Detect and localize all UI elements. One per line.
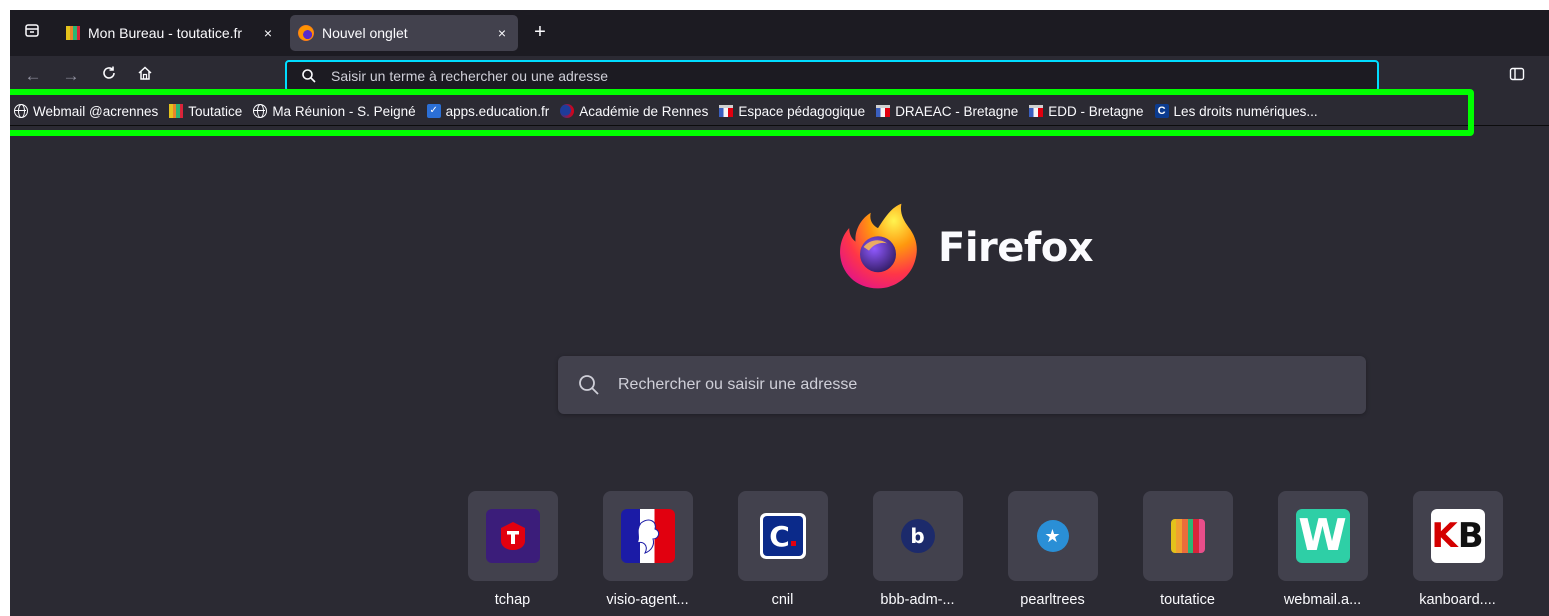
webmail-w-icon: W bbox=[1295, 509, 1350, 563]
site-label: bbb-adm-... bbox=[880, 592, 955, 608]
tab-strip: Mon Bureau - toutatice.fr × Nouvel ongle… bbox=[10, 10, 1549, 56]
top-site-bbb[interactable]: b bbb-adm-... bbox=[850, 491, 985, 608]
bookmarks-toolbar: Webmail @acrennes Toutatice Ma Réunion -… bbox=[10, 89, 1549, 136]
site-label: pearltrees bbox=[1020, 592, 1085, 608]
bookmark-label: apps.education.fr bbox=[445, 103, 550, 119]
bookmark-edd[interactable]: EDD - Bretagne bbox=[1028, 103, 1144, 119]
kanboard-icon: KB bbox=[1430, 509, 1485, 563]
bookmark-draeac[interactable]: DRAEAC - Bretagne bbox=[875, 103, 1018, 119]
site-tile[interactable]: b bbox=[872, 491, 963, 581]
site-label: visio-agent... bbox=[606, 592, 689, 608]
cnil-icon: C bbox=[759, 513, 806, 559]
close-icon[interactable]: × bbox=[494, 25, 510, 41]
toutatice-stripes-icon bbox=[66, 26, 80, 40]
cnil-icon: C bbox=[1154, 103, 1170, 119]
tab-nouvel-onglet[interactable]: Nouvel onglet × bbox=[290, 15, 518, 51]
site-label: kanboard.... bbox=[1419, 592, 1496, 608]
marianne-icon bbox=[1028, 103, 1044, 119]
site-tile[interactable] bbox=[602, 491, 693, 581]
tab-mon-bureau[interactable]: Mon Bureau - toutatice.fr × bbox=[58, 15, 284, 51]
home-button[interactable] bbox=[134, 65, 156, 87]
tchap-icon bbox=[485, 509, 540, 563]
top-site-kanboard[interactable]: KB kanboard.... bbox=[1390, 491, 1525, 608]
site-label: toutatice bbox=[1160, 592, 1215, 608]
site-label: tchap bbox=[494, 592, 531, 608]
site-label: cnil bbox=[771, 592, 794, 608]
top-site-tchap[interactable]: tchap bbox=[445, 491, 580, 608]
globe-icon bbox=[252, 103, 268, 119]
firefox-wordmark: Firefox bbox=[938, 225, 1094, 271]
apps-education-icon: ✓ bbox=[426, 103, 442, 119]
search-icon bbox=[579, 375, 599, 395]
top-site-webmail[interactable]: W webmail.a... bbox=[1255, 491, 1390, 608]
forward-button[interactable]: → bbox=[60, 65, 82, 87]
marianne-icon bbox=[620, 509, 675, 563]
bookmark-ma-reunion[interactable]: Ma Réunion - S. Peigné bbox=[252, 103, 416, 119]
url-input[interactable] bbox=[331, 68, 1377, 84]
firefox-logo-icon bbox=[840, 203, 917, 289]
bbb-icon: b bbox=[900, 519, 935, 553]
site-tile[interactable]: ★ bbox=[1007, 491, 1098, 581]
bookmark-label: Toutatice bbox=[188, 103, 243, 119]
top-sites: tchap visio-agent... C cnil b bbb-adm-..… bbox=[445, 491, 1525, 608]
marianne-icon bbox=[875, 103, 891, 119]
tab-title: Mon Bureau - toutatice.fr bbox=[88, 25, 243, 41]
site-label: webmail.a... bbox=[1283, 592, 1362, 608]
new-tab-page: Firefox tchap visio-agent bbox=[10, 127, 1549, 616]
home-search-box[interactable] bbox=[558, 356, 1366, 414]
site-tile[interactable]: KB bbox=[1412, 491, 1503, 581]
new-tab-button[interactable]: + bbox=[530, 22, 550, 42]
bookmark-label: Ma Réunion - S. Peigné bbox=[272, 103, 416, 119]
marianne-icon bbox=[718, 103, 734, 119]
bookmark-label: Webmail @acrennes bbox=[33, 103, 159, 119]
toutatice-stripes-icon bbox=[1170, 519, 1205, 553]
top-site-toutatice[interactable]: toutatice bbox=[1120, 491, 1255, 608]
search-icon bbox=[302, 69, 316, 83]
toutatice-stripes-icon bbox=[168, 103, 184, 119]
bookmark-label: Académie de Rennes bbox=[579, 103, 709, 119]
reload-button[interactable] bbox=[98, 65, 120, 87]
bookmark-label: Espace pédagogique bbox=[738, 103, 866, 119]
tab-title: Nouvel onglet bbox=[322, 25, 408, 41]
academie-icon bbox=[559, 103, 575, 119]
tab-list-icon[interactable] bbox=[22, 22, 42, 42]
top-site-cnil[interactable]: C cnil bbox=[715, 491, 850, 608]
firefox-icon bbox=[298, 25, 314, 41]
sidebar-icon bbox=[1509, 67, 1525, 81]
bookmark-label: EDD - Bretagne bbox=[1048, 103, 1144, 119]
bookmark-droits-numeriques[interactable]: C Les droits numériques... bbox=[1154, 103, 1318, 119]
site-tile[interactable] bbox=[467, 491, 558, 581]
back-button[interactable]: ← bbox=[22, 65, 44, 87]
globe-icon bbox=[13, 103, 29, 119]
bookmark-label: DRAEAC - Bretagne bbox=[895, 103, 1019, 119]
bookmarks-list: Webmail @acrennes Toutatice Ma Réunion -… bbox=[13, 99, 1328, 123]
top-site-pearltrees[interactable]: ★ pearltrees bbox=[985, 491, 1120, 608]
site-tile[interactable] bbox=[1142, 491, 1233, 581]
bookmark-toutatice[interactable]: Toutatice bbox=[168, 103, 242, 119]
bookmark-webmail[interactable]: Webmail @acrennes bbox=[13, 103, 158, 119]
bookmark-academie-rennes[interactable]: Académie de Rennes bbox=[559, 103, 708, 119]
url-bar[interactable] bbox=[285, 60, 1379, 92]
bookmark-espace-pedagogique[interactable]: Espace pédagogique bbox=[718, 103, 865, 119]
close-icon[interactable]: × bbox=[260, 25, 276, 41]
sidebar-toggle-button[interactable] bbox=[1509, 66, 1527, 84]
home-icon bbox=[138, 66, 152, 80]
site-tile[interactable]: W bbox=[1277, 491, 1368, 581]
bookmark-label: Les droits numériques... bbox=[1173, 103, 1318, 119]
nav-bar: ← → bbox=[10, 56, 1549, 96]
bookmark-apps-education[interactable]: ✓ apps.education.fr bbox=[426, 103, 550, 119]
reload-icon bbox=[103, 66, 115, 79]
pearltrees-icon: ★ bbox=[1036, 520, 1069, 552]
top-site-visio-agent[interactable]: visio-agent... bbox=[580, 491, 715, 608]
site-tile[interactable]: C bbox=[737, 491, 828, 581]
browser-window: Mon Bureau - toutatice.fr × Nouvel ongle… bbox=[10, 10, 1549, 616]
home-search-input[interactable] bbox=[618, 376, 1366, 394]
